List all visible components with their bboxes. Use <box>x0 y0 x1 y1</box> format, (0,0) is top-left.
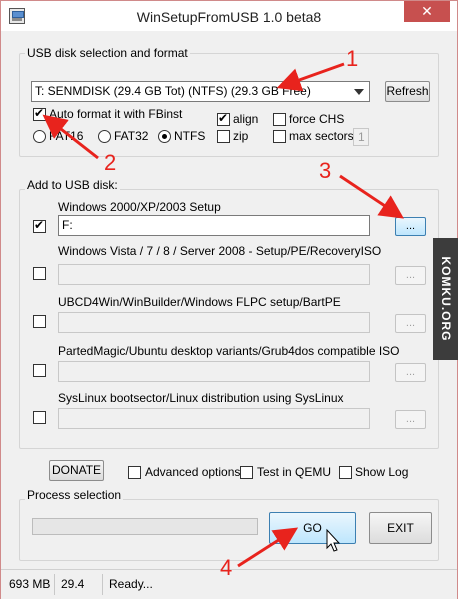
browse-button-ubcd4win[interactable]: ... <box>395 314 426 333</box>
chevron-down-icon <box>354 89 364 95</box>
close-button[interactable]: ✕ <box>404 1 450 22</box>
add-to-usb-group-label: Add to USB disk: <box>25 178 120 192</box>
zip-checkbox[interactable] <box>217 130 230 143</box>
source-label-ubcd4win: UBCD4Win/WinBuilder/Windows FLPC setup/B… <box>58 295 341 309</box>
fs-label-fat16: FAT16 <box>49 129 84 143</box>
auto-format-checkbox[interactable] <box>33 106 46 121</box>
go-button[interactable]: GO <box>269 512 356 544</box>
advanced-options-label: Advanced options <box>145 465 241 479</box>
source-label-partedmagic: PartedMagic/Ubuntu desktop variants/Grub… <box>58 344 400 358</box>
window-title: WinSetupFromUSB 1.0 beta8 <box>136 9 322 25</box>
process-selection-group-label: Process selection <box>25 488 124 502</box>
align-label: align <box>233 112 259 126</box>
force-chs-label: force CHS <box>289 112 345 126</box>
browse-button-syslinux[interactable]: ... <box>395 410 426 429</box>
max-sectors-label: max sectors <box>289 129 354 143</box>
annotation-number-2: 2 <box>104 150 117 175</box>
refresh-button[interactable]: Refresh <box>385 81 430 102</box>
zip-label: zip <box>233 129 249 143</box>
test-qemu-checkbox[interactable] <box>240 466 253 479</box>
max-sectors-input[interactable]: 1 <box>353 128 369 146</box>
status-free-space: 693 MB <box>5 574 55 595</box>
source-checkbox-ubcd4win[interactable] <box>33 315 46 328</box>
advanced-options-checkbox[interactable] <box>128 466 141 479</box>
exit-button[interactable]: EXIT <box>369 512 432 544</box>
force-chs-checkbox[interactable] <box>273 113 286 126</box>
show-log-label: Show Log <box>355 465 409 479</box>
source-checkbox-vista7[interactable] <box>33 267 46 280</box>
max-sectors-value: 1 <box>358 130 365 144</box>
source-path-partedmagic[interactable] <box>58 361 370 382</box>
side-watermark-label: KOMKU.ORG <box>438 256 453 342</box>
side-watermark-tab: KOMKU.ORG <box>433 238 458 360</box>
app-window: WinSetupFromUSB 1.0 beta8 ✕ USB disk sel… <box>0 0 458 599</box>
source-path-winxp-value: F: <box>62 218 73 232</box>
fs-radio-fat32[interactable] <box>98 130 111 143</box>
source-path-vista7[interactable] <box>58 264 370 285</box>
usb-disk-select-value: T: SENMDISK (29.4 GB Tot) (NTFS) (29.3 G… <box>35 84 311 98</box>
fs-label-fat32: FAT32 <box>114 129 149 143</box>
source-label-vista7: Windows Vista / 7 / 8 / Server 2008 - Se… <box>58 244 382 258</box>
test-qemu-label: Test in QEMU <box>257 465 332 479</box>
annotation-number-1: 1 <box>346 46 359 71</box>
browse-button-winxp[interactable]: ... <box>395 217 426 236</box>
max-sectors-checkbox[interactable] <box>273 130 286 143</box>
donate-button[interactable]: DONATE <box>49 460 104 481</box>
annotation-number-3: 3 <box>319 158 332 183</box>
source-path-syslinux[interactable] <box>58 408 370 429</box>
auto-format-label: Auto format it with FBinst <box>49 107 183 121</box>
fs-radio-ntfs[interactable] <box>158 130 171 143</box>
source-path-ubcd4win[interactable] <box>58 312 370 333</box>
close-icon: ✕ <box>421 3 433 19</box>
usb-disk-select[interactable]: T: SENMDISK (29.4 GB Tot) (NTFS) (29.3 G… <box>31 81 370 102</box>
title-bar[interactable]: WinSetupFromUSB 1.0 beta8 ✕ <box>1 1 457 31</box>
fs-label-ntfs: NTFS <box>174 129 206 143</box>
browse-button-partedmagic[interactable]: ... <box>395 363 426 382</box>
status-disk-size: 29.4 GB <box>57 574 103 599</box>
fs-radio-fat16[interactable] <box>33 130 46 143</box>
align-checkbox[interactable] <box>217 111 230 126</box>
show-log-checkbox[interactable] <box>339 466 352 479</box>
browse-button-vista7[interactable]: ... <box>395 266 426 285</box>
progress-bar <box>32 518 258 535</box>
source-checkbox-syslinux[interactable] <box>33 411 46 424</box>
source-label-syslinux: SysLinux bootsector/Linux distribution u… <box>58 391 344 405</box>
source-path-winxp[interactable]: F: <box>58 215 370 236</box>
source-label-winxp: Windows 2000/XP/2003 Setup <box>58 200 221 214</box>
status-message: Ready... <box>109 577 153 591</box>
source-checkbox-partedmagic[interactable] <box>33 364 46 377</box>
usb-disk-group-label: USB disk selection and format <box>25 46 190 60</box>
source-checkbox-winxp[interactable] <box>33 218 46 233</box>
annotation-number-4: 4 <box>220 555 233 580</box>
